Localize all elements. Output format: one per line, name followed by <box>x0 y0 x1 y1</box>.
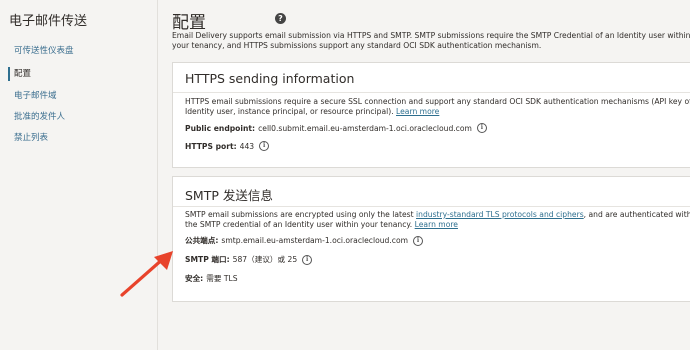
https-port-row: HTTPS port: 443 i <box>185 141 270 151</box>
info-icon[interactable]: i <box>476 123 487 133</box>
https-port-value: 443 <box>239 141 255 151</box>
card-divider <box>173 206 690 207</box>
https-learn-more-link[interactable]: Learn more <box>396 107 439 116</box>
smtp-card-title: SMTP 发送信息 <box>185 188 273 203</box>
smtp-description: SMTP email submissions are encrypted usi… <box>185 210 690 230</box>
info-icon[interactable]: i <box>259 141 270 151</box>
https-endpoint-value: cell0.submit.email.eu-amsterdam-1.oci.or… <box>258 123 472 133</box>
smtp-endpoint-row: 公共端点: smtp.email.eu-amsterdam-1.oci.orac… <box>185 235 423 246</box>
intro-text: Email Delivery supports email submission… <box>172 31 690 50</box>
sidebar-item-deliverability-dashboard[interactable]: 可传送性仪表盘 <box>0 41 156 61</box>
sidebar-item-suppression-list[interactable]: 禁止列表 <box>0 128 156 148</box>
smtp-learn-more-link[interactable]: Learn more <box>415 220 458 229</box>
smtp-endpoint-label: 公共端点: <box>185 236 219 245</box>
https-port-label: HTTPS port: <box>185 141 237 151</box>
info-icon[interactable]: i <box>302 254 313 265</box>
https-endpoint-label: Public endpoint: <box>185 123 256 133</box>
smtp-port-value: 587（建议）或 25 <box>232 255 298 264</box>
smtp-security-row: 安全: 需要 TLS <box>185 273 238 284</box>
https-endpoint-row: Public endpoint: cell0.submit.email.eu-a… <box>185 123 487 133</box>
smtp-port-row: SMTP 端口: 587（建议）或 25 i <box>185 254 313 265</box>
help-icon[interactable]: ? <box>275 13 286 24</box>
smtp-info-card: SMTP 发送信息 SMTP email submissions are enc… <box>172 176 690 302</box>
smtp-security-value: 需要 TLS <box>206 274 238 283</box>
https-card-title: HTTPS sending information <box>185 71 355 86</box>
smtp-endpoint-value: smtp.email.eu-amsterdam-1.oci.oracleclou… <box>221 236 408 245</box>
smtp-desc-before: SMTP email submissions are encrypted usi… <box>185 210 414 219</box>
red-arrow-annotation <box>120 251 173 297</box>
card-divider <box>173 92 690 93</box>
smtp-port-label: SMTP 端口: <box>185 255 230 264</box>
sidebar-item-configuration[interactable]: 配置 <box>0 64 156 84</box>
sidebar-title: 电子邮件传送 <box>9 14 88 29</box>
https-description: HTTPS email submissions require a secure… <box>185 97 690 117</box>
sidebar-item-approved-senders[interactable]: 批准的发件人 <box>0 107 156 127</box>
tls-protocols-link[interactable]: industry-standard TLS protocols and ciph… <box>416 210 584 219</box>
main-content: 配置 ? Email Delivery supports email submi… <box>157 0 690 350</box>
info-icon[interactable]: i <box>413 235 423 246</box>
https-info-card: HTTPS sending information HTTPS email su… <box>172 62 690 168</box>
sidebar-item-email-domains[interactable]: 电子邮件域 <box>0 86 156 106</box>
page-title: 配置 <box>172 13 206 33</box>
smtp-security-label: 安全: <box>185 274 204 283</box>
